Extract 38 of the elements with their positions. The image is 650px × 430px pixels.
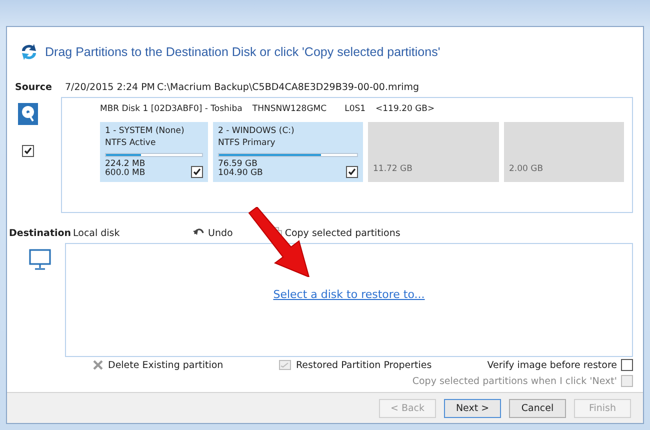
filesystem-label: NTFS Active	[105, 138, 157, 148]
partition-card[interactable]: 1 - SYSTEM (None) NTFS Active 224.2 MB 600.0 MB	[100, 122, 208, 182]
partition-size: 11.72 GB	[373, 164, 414, 174]
total-size: 104.90 GB	[218, 169, 263, 178]
delete-partition-button[interactable]: Delete Existing partition	[93, 360, 279, 370]
disk-model: THNSNW128GMC	[252, 104, 327, 116]
source-label: Source	[15, 82, 53, 92]
properties-icon	[279, 360, 291, 370]
wizard-button[interactable]: Next >	[444, 398, 501, 418]
header-title: Drag Partitions to the Destination Disk or click 'Copy selected partitions'	[45, 45, 440, 59]
disk-name: MBR Disk 1 [02D3ABF0] - Toshiba	[100, 104, 242, 116]
option-label: Verify image before restore	[487, 360, 617, 370]
checkbox[interactable]	[22, 145, 34, 157]
local-disk-label: Local disk	[73, 228, 121, 238]
used-size: 224.2 MB	[105, 160, 146, 169]
partition-properties-button[interactable]: Restored Partition Properties	[279, 360, 432, 370]
sync-icon	[19, 42, 39, 62]
disk-firmware: L0S1	[344, 104, 366, 116]
partition-title: 2 - WINDOWS (C:)	[218, 126, 296, 136]
disk-size: <119.20 GB>	[376, 104, 435, 116]
partition-size: 2.00 GB	[509, 164, 544, 174]
select-disk-link[interactable]: Select a disk to restore to...	[273, 288, 425, 301]
close-icon	[93, 360, 103, 370]
wizard-button[interactable]: Cancel	[509, 398, 566, 418]
option-label: Copy selected partitions when I click 'Next'	[412, 376, 617, 386]
destination-label: Destination	[9, 228, 72, 238]
image-date: 7/20/2015 2:24 PM	[65, 82, 156, 92]
total-size: 600.0 MB	[105, 169, 146, 178]
checkbox[interactable]	[621, 359, 633, 371]
image-path: C:\Macrium Backup\C5BD4CA8E3D29B39-00-00.mrimg	[157, 82, 420, 92]
partition-card[interactable]: 2 - WINDOWS (C:) NTFS Primary 76.59 GB 104.90 GB	[213, 122, 363, 182]
partition-title: 1 - SYSTEM (None)	[105, 126, 186, 136]
filesystem-label: NTFS Primary	[218, 138, 276, 148]
checkbox[interactable]	[191, 166, 203, 178]
checkbox[interactable]	[346, 166, 358, 178]
used-size: 76.59 GB	[218, 160, 258, 169]
undo-button[interactable]: Undo	[193, 228, 233, 238]
monitor-icon	[29, 249, 51, 271]
